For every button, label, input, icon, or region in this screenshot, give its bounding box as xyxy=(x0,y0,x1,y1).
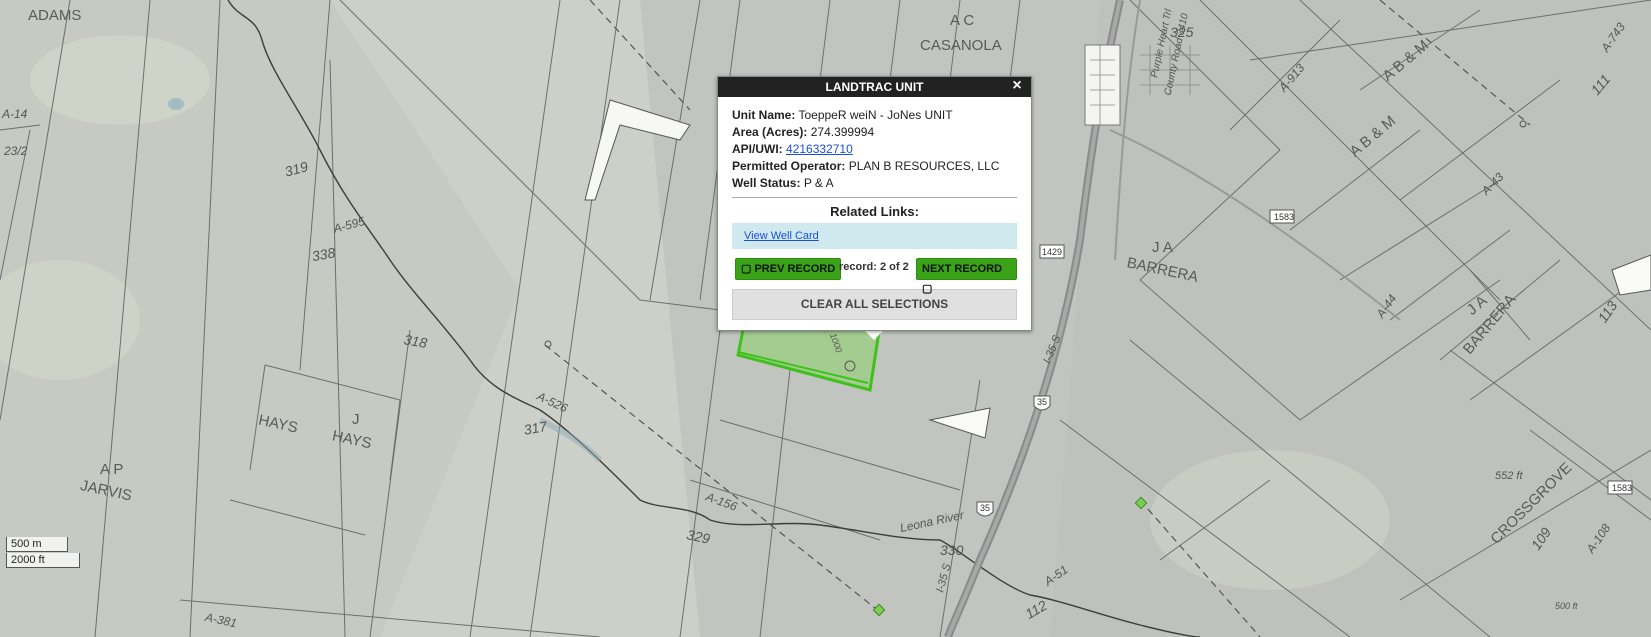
field-label: Area (Acres): xyxy=(732,125,808,139)
field-value: PLAN B RESOURCES, LLC xyxy=(848,159,1000,173)
next-record-label: NEXT RECORD xyxy=(922,263,1003,275)
api-uwi-link[interactable]: 4216332710 xyxy=(786,142,853,156)
field-value: 274.399994 xyxy=(810,125,875,139)
field-label: Unit Name: xyxy=(732,108,796,122)
field-well-status: Well Status: P & A xyxy=(732,175,1017,192)
map-label: CASANOLA xyxy=(920,37,1002,54)
popup-body: Unit Name: ToeppeR weiN - JoNes UNIT Are… xyxy=(718,97,1031,320)
map-label: 1583 xyxy=(1612,483,1632,493)
record-navigation: ▢ PREV RECORD record: 2 of 2 NEXT RECORD… xyxy=(732,258,1017,295)
map-label: A C xyxy=(950,12,974,29)
field-label: Well Status: xyxy=(732,176,801,190)
map-label: 500 ft xyxy=(1555,601,1578,611)
map-label: 330 xyxy=(940,542,964,558)
prev-record-button[interactable]: ▢ PREV RECORD xyxy=(735,258,842,280)
field-value: ToeppeR weiN - JoNes UNIT xyxy=(798,108,953,122)
related-links-title: Related Links: xyxy=(830,204,919,219)
map-label: 552 ft xyxy=(1495,470,1523,482)
popup-title: LANDTRAC UNIT xyxy=(825,80,924,94)
checkbox-icon: ▢ xyxy=(741,263,752,275)
map-label: 23/2 xyxy=(3,144,28,158)
scale-bar-imperial: 2000 ft xyxy=(6,553,80,568)
field-value: P & A xyxy=(803,176,834,190)
landtrac-unit-popup: LANDTRAC UNIT × Unit Name: ToeppeR weiN … xyxy=(717,76,1032,331)
field-api-uwi: API/UWI: 4216332710 xyxy=(732,141,1017,158)
scale-bar-metric: 500 m xyxy=(6,537,68,552)
divider xyxy=(732,197,1017,198)
map-label: 1429 xyxy=(1042,247,1062,257)
map-label: 1583 xyxy=(1274,212,1294,222)
record-counter: record: 2 of 2 xyxy=(839,261,909,273)
map-label: A-14 xyxy=(1,107,28,121)
map-label: A P xyxy=(100,461,123,478)
field-label: Permitted Operator: xyxy=(732,159,846,173)
next-record-button[interactable]: NEXT RECORD ▢ xyxy=(916,258,1017,295)
map-label: 35 xyxy=(1037,397,1047,407)
map-label: J A xyxy=(1152,239,1173,256)
prev-record-label: PREV RECORD xyxy=(754,263,836,275)
map-label: 35 xyxy=(980,503,990,513)
field-unit-name: Unit Name: ToeppeR weiN - JoNes UNIT xyxy=(732,107,1017,124)
field-area: Area (Acres): 274.399994 xyxy=(732,124,1017,141)
close-icon[interactable]: × xyxy=(1009,78,1025,94)
map-label: ADAMS xyxy=(28,7,81,24)
field-label: API/UWI: xyxy=(732,142,783,156)
checkbox-icon: ▢ xyxy=(922,283,933,295)
popup-header: LANDTRAC UNIT × xyxy=(718,77,1031,97)
map-label: J xyxy=(352,411,360,428)
view-well-card-link[interactable]: View Well Card xyxy=(744,230,819,242)
clear-all-selections-button[interactable]: CLEAR ALL SELECTIONS xyxy=(732,289,1017,320)
field-operator: Permitted Operator: PLAN B RESOURCES, LL… xyxy=(732,158,1017,175)
well-card-row: View Well Card xyxy=(732,223,1017,249)
